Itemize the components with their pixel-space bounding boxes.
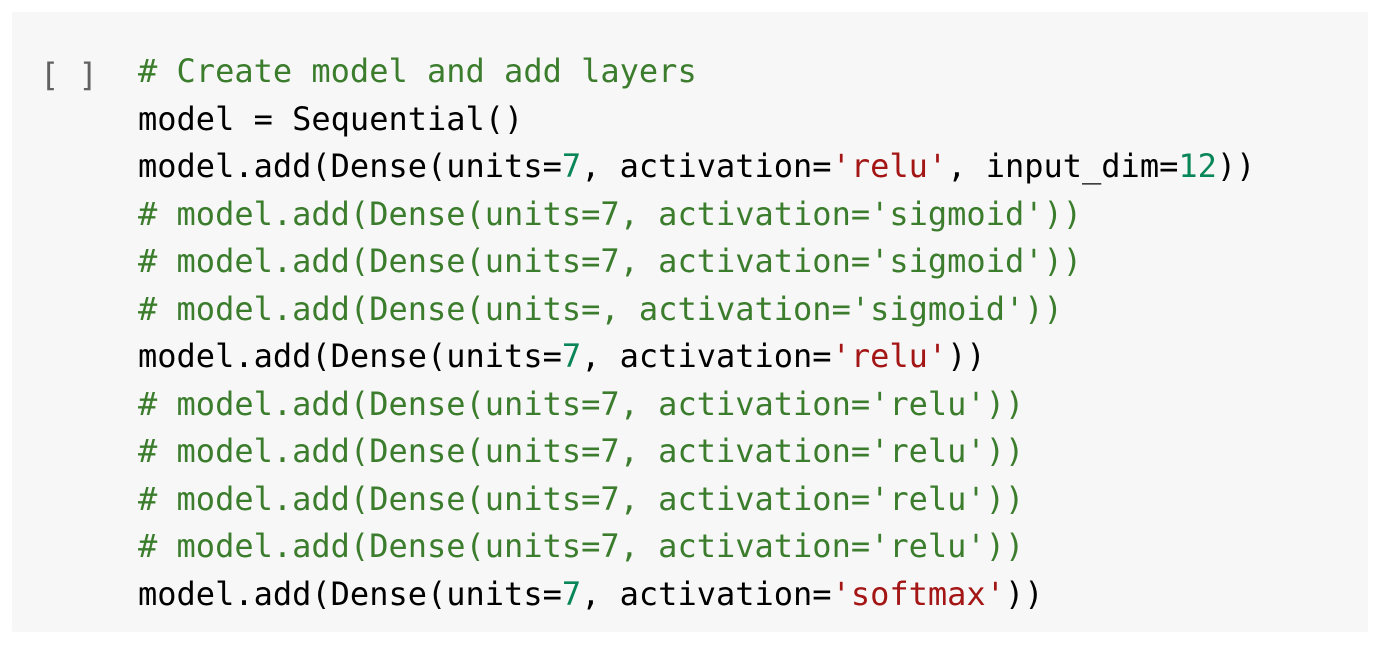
code-line: # model.add(Dense(units=7, activation='r… <box>138 476 1255 524</box>
code-token-comment: # model.add(Dense(units=7, activation='r… <box>138 384 1025 423</box>
code-token-string: 'relu' <box>831 337 948 375</box>
code-token-number: 7 <box>561 574 582 613</box>
code-line: model.add(Dense(units=7, activation='rel… <box>138 143 1255 191</box>
code-token-default: model.add(Dense(units= <box>138 147 562 185</box>
code-line: model.add(Dense(units=7, activation='sof… <box>138 571 1255 619</box>
code-token-default: model = Sequential() <box>138 99 524 138</box>
code-token-comment: # model.add(Dense(units=7, activation='r… <box>138 479 1025 518</box>
code-token-string: 'softmax' <box>831 574 1005 613</box>
code-token-default: , activation= <box>581 574 832 613</box>
code-editor[interactable]: # Create model and add layers model = Seq… <box>138 48 1255 618</box>
code-cell[interactable]: [ ] # Create model and add layers model =… <box>12 12 1368 632</box>
code-token-comment: # model.add(Dense(units=7, activation='s… <box>138 194 1083 233</box>
code-line: # model.add(Dense(units=, activation='si… <box>138 286 1255 334</box>
code-token-default: )) <box>1004 574 1044 613</box>
code-token-number: 7 <box>561 147 582 185</box>
code-token-comment: # model.add(Dense(units=7, activation='r… <box>138 432 1025 470</box>
code-token-default: , activation= <box>581 337 832 375</box>
code-token-default: )) <box>947 337 986 375</box>
code-token-string: 'relu' <box>831 147 948 185</box>
code-token-default: model.add(Dense(units= <box>138 574 562 613</box>
code-line: # model.add(Dense(units=7, activation='r… <box>138 381 1255 429</box>
code-token-comment: # Create model and add layers <box>138 52 697 90</box>
code-token-default: )) <box>1216 147 1256 185</box>
code-token-default: , input_dim= <box>947 147 1179 185</box>
code-line: # model.add(Dense(units=7, activation='r… <box>138 523 1255 571</box>
code-line: # model.add(Dense(units=7, activation='r… <box>138 428 1255 476</box>
code-token-comment: # model.add(Dense(units=7, activation='r… <box>138 527 1025 565</box>
code-token-default: model.add(Dense(units= <box>138 337 562 375</box>
code-token-comment: # model.add(Dense(units=7, activation='s… <box>138 242 1083 280</box>
code-token-number: 7 <box>561 337 582 375</box>
run-cell-button[interactable]: [ ] <box>40 52 98 100</box>
code-line: model = Sequential() <box>138 96 1255 144</box>
code-token-default: , activation= <box>581 147 832 185</box>
code-token-comment: # model.add(Dense(units=, activation='si… <box>138 289 1063 328</box>
code-line: # model.add(Dense(units=7, activation='s… <box>138 238 1255 286</box>
code-token-number: 12 <box>1178 147 1217 185</box>
code-line: # Create model and add layers <box>138 48 1255 96</box>
code-line: # model.add(Dense(units=7, activation='s… <box>138 191 1255 239</box>
code-line: model.add(Dense(units=7, activation='rel… <box>138 333 1255 381</box>
